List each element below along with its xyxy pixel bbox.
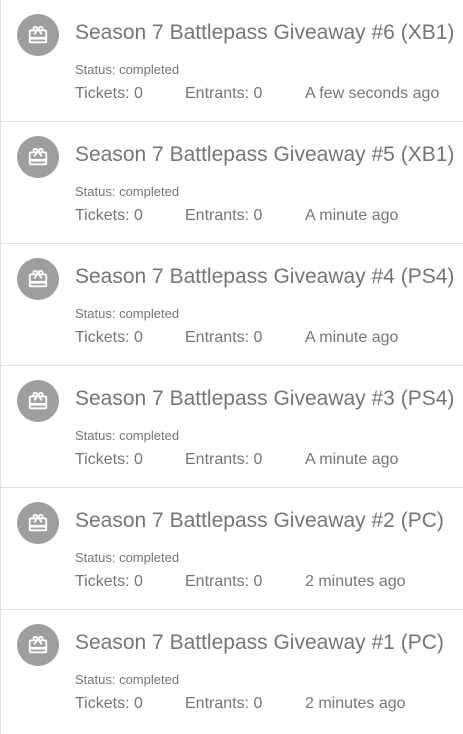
- giveaway-avatar: [17, 624, 59, 666]
- giveaway-status: Status: completed: [75, 428, 180, 443]
- timestamp: A minute ago: [305, 207, 399, 224]
- gift-card-icon: [28, 635, 48, 654]
- timestamp: A minute ago: [305, 451, 399, 468]
- giveaway-item[interactable]: Season 7 Battlepass Giveaway #4 (PS4) St…: [1, 244, 463, 366]
- giveaway-status: Status: completed: [75, 306, 180, 321]
- giveaway-item[interactable]: Season 7 Battlepass Giveaway #5 (XB1) St…: [1, 122, 463, 244]
- timestamp: 2 minutes ago: [305, 695, 406, 712]
- giveaway-status: Status: completed: [75, 550, 180, 565]
- giveaway-title[interactable]: Season 7 Battlepass Giveaway #6 (XB1): [75, 20, 454, 46]
- tickets-count: Tickets: 0: [75, 573, 143, 590]
- tickets-count: Tickets: 0: [75, 695, 143, 712]
- entrants-count: Entrants: 0: [185, 695, 263, 712]
- entrants-count: Entrants: 0: [185, 329, 263, 346]
- tickets-count: Tickets: 0: [75, 207, 143, 224]
- giveaway-item[interactable]: Season 7 Battlepass Giveaway #1 (PC) Sta…: [1, 610, 463, 732]
- giveaway-avatar: [17, 136, 59, 178]
- giveaway-status: Status: completed: [75, 184, 180, 199]
- timestamp: A minute ago: [305, 329, 399, 346]
- giveaway-item[interactable]: Season 7 Battlepass Giveaway #2 (PC) Sta…: [1, 488, 463, 610]
- entrants-count: Entrants: 0: [185, 573, 263, 590]
- entrants-count: Entrants: 0: [185, 85, 263, 102]
- giveaway-title[interactable]: Season 7 Battlepass Giveaway #5 (XB1): [75, 142, 454, 168]
- giveaway-title[interactable]: Season 7 Battlepass Giveaway #1 (PC): [75, 630, 444, 656]
- entrants-count: Entrants: 0: [185, 207, 263, 224]
- giveaway-list: Season 7 Battlepass Giveaway #6 (XB1) St…: [0, 0, 463, 734]
- gift-card-icon: [28, 147, 48, 166]
- giveaway-item[interactable]: Season 7 Battlepass Giveaway #6 (XB1) St…: [1, 0, 463, 122]
- gift-card-icon: [28, 513, 48, 532]
- giveaway-title[interactable]: Season 7 Battlepass Giveaway #3 (PS4): [75, 386, 454, 412]
- giveaway-avatar: [17, 258, 59, 300]
- gift-card-icon: [28, 25, 48, 44]
- giveaway-avatar: [17, 380, 59, 422]
- gift-card-icon: [28, 269, 48, 288]
- timestamp: A few seconds ago: [305, 85, 440, 102]
- giveaway-item[interactable]: Season 7 Battlepass Giveaway #3 (PS4) St…: [1, 366, 463, 488]
- giveaway-title[interactable]: Season 7 Battlepass Giveaway #4 (PS4): [75, 264, 454, 290]
- tickets-count: Tickets: 0: [75, 85, 143, 102]
- tickets-count: Tickets: 0: [75, 451, 143, 468]
- giveaway-status: Status: completed: [75, 672, 180, 687]
- giveaway-title[interactable]: Season 7 Battlepass Giveaway #2 (PC): [75, 508, 444, 534]
- giveaway-status: Status: completed: [75, 62, 180, 77]
- giveaway-avatar: [17, 502, 59, 544]
- giveaway-avatar: [17, 14, 59, 56]
- tickets-count: Tickets: 0: [75, 329, 143, 346]
- timestamp: 2 minutes ago: [305, 573, 406, 590]
- entrants-count: Entrants: 0: [185, 451, 263, 468]
- gift-card-icon: [28, 391, 48, 410]
